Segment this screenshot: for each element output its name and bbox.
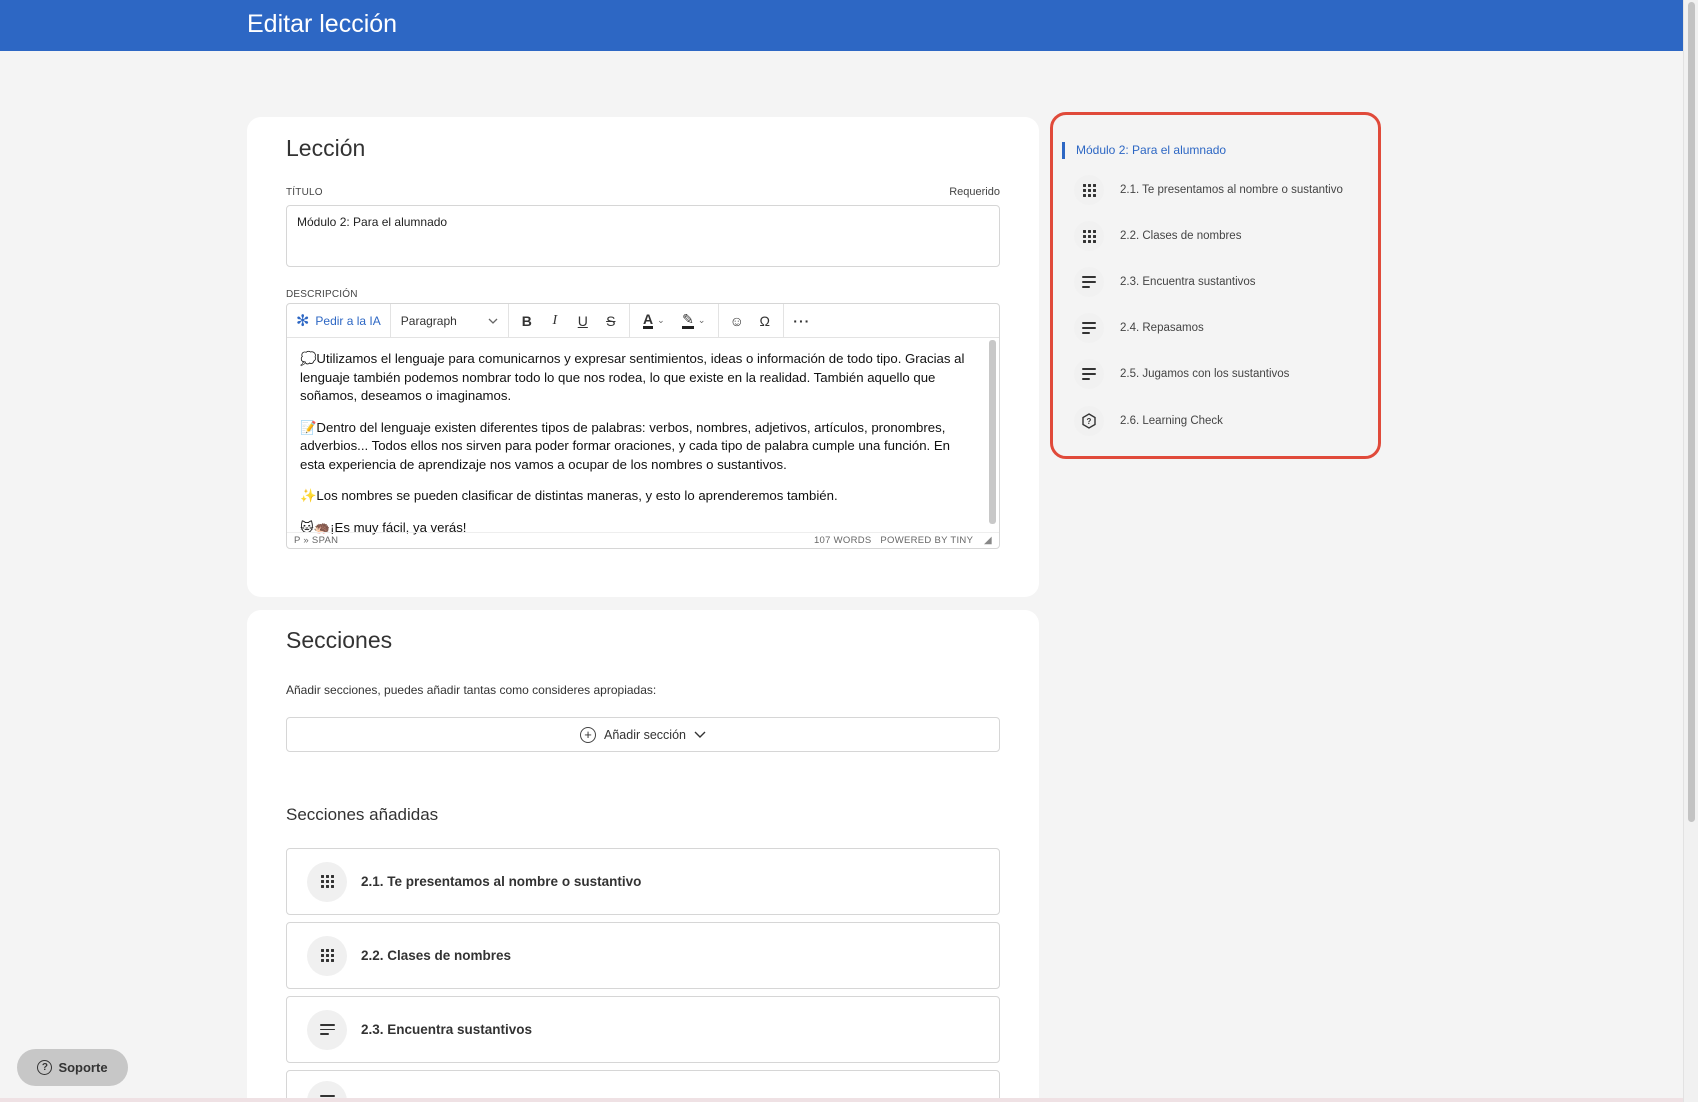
editor-content[interactable]: 💭Utilizamos el lenguaje para comunicarno…	[300, 350, 970, 550]
grid-icon	[1074, 221, 1104, 251]
powered-by-link[interactable]: POWERED BY TINY	[880, 535, 973, 546]
editor-statusbar: P » SPAN 107 WORDS POWERED BY TINY ◢	[287, 532, 999, 548]
support-button[interactable]: ? Soporte	[17, 1049, 128, 1086]
grid-icon	[1074, 175, 1104, 205]
leccion-heading: Lección	[286, 135, 366, 161]
required-label: Requerido	[949, 186, 1000, 198]
support-label: Soporte	[58, 1060, 108, 1075]
scrollbar-thumb[interactable]	[1688, 2, 1695, 822]
sparkle-icon: ✻	[296, 312, 310, 330]
strikethrough-icon[interactable]: S	[597, 307, 625, 335]
italic-icon[interactable]: I	[541, 307, 569, 335]
description-editor[interactable]: ✻ Pedir a la IA Paragraph B I U S A ⌄ ✎ ⌄ …	[286, 303, 1000, 549]
description-paragraph: 💭Utilizamos el lenguaje para comunicarno…	[300, 351, 965, 403]
editor-toolbar: ✻ Pedir a la IA Paragraph B I U S A ⌄ ✎ ⌄ …	[287, 304, 999, 338]
section-row[interactable]: 2.2. Clases de nombres	[286, 922, 1000, 989]
more-icon[interactable]: ···	[788, 307, 816, 335]
more-group: ···	[784, 304, 820, 337]
secciones-hint: Añadir secciones, puedes añadir tantas c…	[286, 683, 657, 697]
chevron-down-icon	[694, 731, 706, 738]
lesson-outline-panel: Módulo 2: Para el alumnado 2.1. Te prese…	[1050, 112, 1381, 459]
highlight-color-icon[interactable]: ✎ ⌄	[674, 307, 714, 335]
text-lines-icon	[1074, 267, 1104, 297]
ask-ai-label: Pedir a la IA	[315, 313, 381, 328]
section-row-label: 2.2. Clases de nombres	[361, 948, 512, 963]
page-title: Editar lección	[247, 10, 398, 38]
outline-item-label: 2.1. Te presentamos al nombre o sustanti…	[1120, 184, 1343, 196]
outline-item[interactable]: 2.4. Repasamos	[1074, 313, 1204, 343]
secciones-card: Secciones Añadir secciones, puedes añadi…	[247, 610, 1039, 1102]
chevron-down-icon	[488, 318, 498, 324]
outline-item-label: 2.3. Encuentra sustantivos	[1120, 276, 1256, 288]
section-row-label: 2.3. Encuentra sustantivos	[361, 1022, 533, 1037]
added-sections-heading: Secciones añadidas	[286, 805, 439, 824]
special-char-icon[interactable]: Ω	[751, 307, 779, 335]
outline-item[interactable]: 2.1. Te presentamos al nombre o sustanti…	[1074, 175, 1343, 205]
insert-group: ☺ Ω	[719, 304, 784, 337]
outline-item[interactable]: 2.2. Clases de nombres	[1074, 221, 1241, 251]
description-paragraph: ✨Los nombres se pueden clasificar de dis…	[300, 488, 838, 503]
section-row[interactable]: 2.3. Encuentra sustantivos	[286, 996, 1000, 1063]
format-select[interactable]: Paragraph	[391, 304, 509, 337]
underline-icon[interactable]: U	[569, 307, 597, 335]
question-badge-icon: ?	[1074, 406, 1104, 436]
outline-item-label: 2.5. Jugamos con los sustantivos	[1120, 368, 1290, 380]
text-style-group: B I U S	[509, 304, 630, 337]
emoji-icon[interactable]: ☺	[723, 307, 751, 335]
add-section-label: Añadir sección	[604, 727, 686, 742]
outline-item-label: 2.2. Clases de nombres	[1120, 230, 1242, 242]
text-color-icon[interactable]: A ⌄	[634, 307, 674, 335]
outline-active-item[interactable]: Módulo 2: Para el alumnado	[1062, 142, 1226, 159]
grid-icon	[307, 935, 347, 976]
description-paragraph: 📝Dentro del lenguaje existen diferentes …	[300, 419, 950, 472]
help-circle-icon: ?	[37, 1060, 53, 1075]
added-sections-list: 2.1. Te presentamos al nombre o sustanti…	[286, 848, 1000, 1102]
add-section-button[interactable]: + Añadir sección	[286, 717, 1000, 752]
top-bar: Editar lección	[0, 0, 1683, 51]
outline-item-label: 2.4. Repasamos	[1120, 322, 1204, 334]
secciones-heading: Secciones	[286, 627, 393, 653]
ask-ai-button[interactable]: ✻ Pedir a la IA	[287, 304, 391, 337]
grid-icon	[307, 861, 347, 902]
text-lines-icon	[307, 1009, 347, 1050]
svg-text:?: ?	[1087, 417, 1092, 426]
element-path[interactable]: P » SPAN	[294, 535, 338, 546]
outline-item-label: 2.6. Learning Check	[1120, 415, 1223, 427]
description-label: DESCRIPCIÓN	[286, 289, 358, 300]
format-select-value: Paragraph	[400, 313, 457, 328]
outline-item[interactable]: ? 2.6. Learning Check	[1074, 406, 1223, 436]
page-scrollbar[interactable]	[1683, 0, 1698, 1102]
text-lines-icon	[1074, 359, 1104, 389]
outline-item[interactable]: 2.3. Encuentra sustantivos	[1074, 267, 1256, 297]
title-label: TÍTULO	[286, 187, 323, 198]
plus-circle-icon: +	[580, 726, 596, 743]
outline-item[interactable]: 2.5. Jugamos con los sustantivos	[1074, 359, 1289, 389]
section-row[interactable]: 2.1. Te presentamos al nombre o sustanti…	[286, 848, 1000, 915]
word-count: 107 WORDS	[813, 535, 872, 546]
leccion-card: Lección TÍTULO Requerido Módulo 2: Para …	[247, 117, 1039, 597]
editor-scrollbar[interactable]	[989, 340, 996, 524]
bold-icon[interactable]: B	[513, 307, 541, 335]
section-row-label: 2.1. Te presentamos al nombre o sustanti…	[361, 874, 642, 889]
resize-handle-icon[interactable]: ◢	[984, 535, 992, 546]
text-lines-icon	[1074, 313, 1104, 343]
color-group: A ⌄ ✎ ⌄	[630, 304, 719, 337]
title-input[interactable]: Módulo 2: Para el alumnado	[286, 205, 1000, 267]
bottom-edge	[0, 1098, 1683, 1102]
